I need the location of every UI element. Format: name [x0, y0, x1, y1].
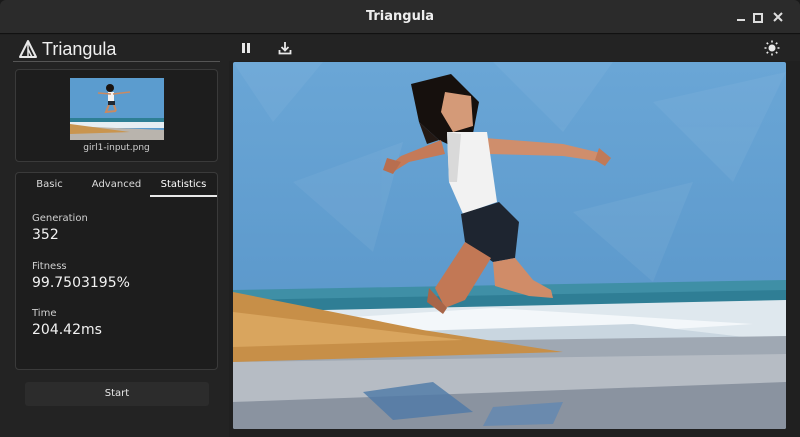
- brand: Triangula: [18, 37, 116, 61]
- generation-value: 352: [32, 227, 59, 243]
- tab-statistics[interactable]: Statistics: [150, 173, 217, 197]
- brightness-icon[interactable]: [763, 39, 781, 57]
- sidebar: Triangula girl1-input.png Basic Advanced…: [0, 35, 229, 437]
- generation-label: Generation: [32, 213, 88, 224]
- input-image-card[interactable]: girl1-input.png: [15, 69, 218, 162]
- brand-name: Triangula: [42, 38, 117, 59]
- close-x-glyph: [773, 12, 783, 22]
- fitness-value: 99.7503195%: [32, 275, 130, 291]
- close-icon[interactable]: [770, 9, 786, 25]
- input-thumbnail[interactable]: [70, 78, 164, 140]
- toolbar: [229, 35, 800, 61]
- maximize-icon[interactable]: [748, 9, 764, 25]
- time-value: 204.42ms: [32, 322, 102, 338]
- triangle-logo-icon: [19, 40, 37, 58]
- pause-glyph: [242, 43, 250, 53]
- download-glyph: [278, 42, 292, 55]
- triangulated-output-picture: [233, 62, 786, 429]
- stat-fitness: Fitness 99.7503195%: [32, 261, 130, 291]
- stat-generation: Generation 352: [32, 213, 88, 243]
- app-window: Triangula Triangula girl1-input.png Basi…: [0, 0, 800, 437]
- download-icon[interactable]: [276, 39, 294, 57]
- pause-icon[interactable]: [237, 39, 255, 57]
- tab-advanced[interactable]: Advanced: [83, 173, 150, 197]
- thumbnail-picture: [70, 78, 164, 140]
- window-title: Triangula: [365, 9, 435, 24]
- sun-glyph: [764, 40, 780, 56]
- settings-panel: Basic Advanced Statistics Generation 352…: [15, 172, 218, 370]
- fitness-label: Fitness: [32, 261, 67, 272]
- brand-divider: [13, 61, 220, 62]
- stat-time: Time 204.42ms: [32, 308, 102, 338]
- tab-bar: Basic Advanced Statistics: [16, 173, 217, 197]
- start-button[interactable]: Start: [25, 382, 209, 406]
- minimize-icon[interactable]: [733, 9, 749, 25]
- output-canvas[interactable]: [233, 62, 786, 429]
- input-filename: girl1-input.png: [83, 143, 150, 153]
- right-gutter: [786, 62, 800, 437]
- time-label: Time: [32, 308, 57, 319]
- title-bar[interactable]: Triangula: [0, 0, 800, 34]
- tab-basic[interactable]: Basic: [16, 173, 83, 197]
